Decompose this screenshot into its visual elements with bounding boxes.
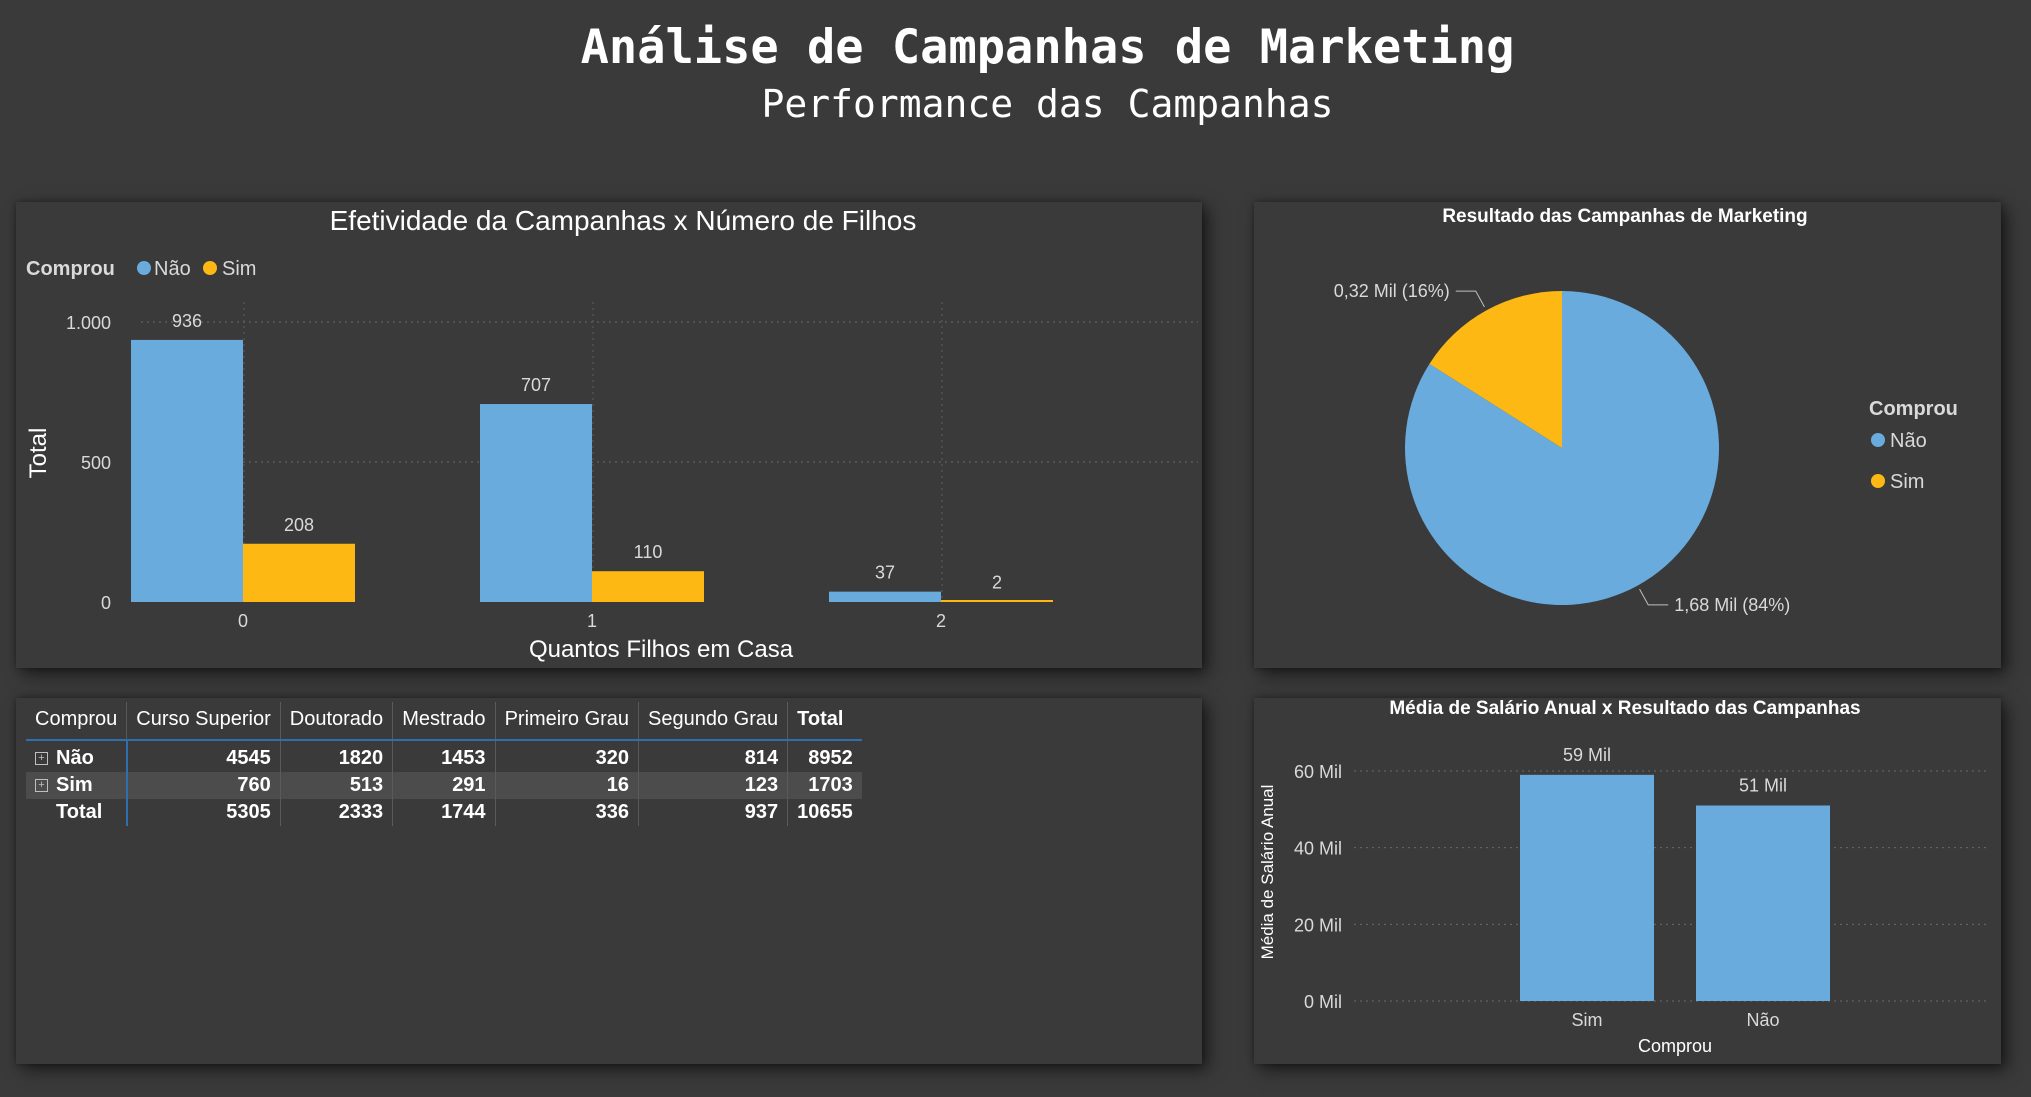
slice-label: 1,68 Mil (84%) <box>1674 595 1790 615</box>
chart-title: Média de Salário Anual x Resultado das C… <box>1389 698 1860 719</box>
y-tick-label: 0 Mil <box>1304 992 1342 1012</box>
table-cell: 1453 <box>392 740 496 772</box>
table-cell: 4545 <box>126 740 281 772</box>
y-tick-label: 1.000 <box>66 313 111 333</box>
x-tick-label: Não <box>1746 1010 1779 1030</box>
chart-title: Resultado das Campanhas de Marketing <box>1442 206 1807 227</box>
row-header: Total <box>26 799 128 826</box>
column-header[interactable]: Doutorado <box>280 702 394 740</box>
legend-label-nao[interactable]: Não <box>1890 430 1927 452</box>
data-label: 208 <box>284 515 314 535</box>
data-label: 2 <box>992 572 1002 592</box>
table-row: + Sim 760 513 291 16 123 1703 <box>26 772 862 799</box>
table-cell: 336 <box>495 799 640 826</box>
x-tick-label: 2 <box>936 611 946 631</box>
x-tick-label: 1 <box>587 611 597 631</box>
campaign-result-pie-panel[interactable]: Resultado das Campanhas de Marketing 1,6… <box>1254 202 2001 668</box>
children-bar-chart-panel[interactable]: Efetividade da Campanhas x Número de Fil… <box>16 202 1202 668</box>
legend-marker-sim <box>203 261 217 275</box>
legend-title: Comprou <box>1869 398 1958 420</box>
column-header[interactable]: Comprou <box>26 702 128 740</box>
campaign-result-pie-chart: Resultado das Campanhas de Marketing 1,6… <box>1334 206 1958 615</box>
table-cell: 937 <box>638 799 789 826</box>
legend-label-sim[interactable]: Sim <box>222 258 256 280</box>
legend-marker-sim <box>1871 474 1885 488</box>
chart-title: Efetividade da Campanhas x Número de Fil… <box>330 205 917 236</box>
legend-marker-nao <box>1871 433 1885 447</box>
y-tick-label: 20 Mil <box>1294 915 1342 935</box>
table-cell: 16 <box>495 772 640 799</box>
column-header[interactable]: Curso Superior <box>126 702 281 740</box>
x-tick-label: 0 <box>238 611 248 631</box>
bar-não-0[interactable] <box>131 339 243 602</box>
bar-sim[interactable] <box>1520 774 1654 1001</box>
data-label: 110 <box>634 542 663 562</box>
salary-bar-chart: Média de Salário Anual x Resultado das C… <box>1258 698 1989 1056</box>
table-cell: 1744 <box>392 799 496 826</box>
table-cell: 10655 <box>797 801 853 823</box>
column-header[interactable]: Segundo Grau <box>638 702 789 740</box>
table-cell: 1820 <box>280 740 394 772</box>
y-tick-label: 0 <box>101 593 111 613</box>
bar-sim-0[interactable] <box>243 543 355 602</box>
row-label: Não <box>56 747 94 769</box>
children-bar-chart: Efetividade da Campanhas x Número de Fil… <box>25 205 1198 663</box>
y-tick-label: 500 <box>81 453 111 473</box>
legend-label-nao[interactable]: Não <box>154 258 191 280</box>
y-axis-title: Média de Salário Anual <box>1258 785 1277 960</box>
table-header-row: Comprou Curso Superior Doutorado Mestrad… <box>26 702 862 740</box>
education-matrix-table: Comprou Curso Superior Doutorado Mestrad… <box>26 702 862 826</box>
x-tick-label: Sim <box>1572 1010 1603 1030</box>
y-tick-label: 60 Mil <box>1294 762 1342 782</box>
slice-label: 0,32 Mil (16%) <box>1334 281 1450 301</box>
expand-icon[interactable]: + <box>35 779 48 792</box>
data-label: 51 Mil <box>1739 776 1787 796</box>
column-header[interactable]: Mestrado <box>392 702 496 740</box>
row-header: + Sim <box>26 772 128 799</box>
table-cell: 814 <box>638 740 789 772</box>
legend-marker-nao <box>137 261 151 275</box>
legend-title: Comprou <box>26 258 115 280</box>
y-tick-label: 40 Mil <box>1294 839 1342 859</box>
bar-não-2[interactable] <box>829 591 941 602</box>
table-cell: 8952 <box>808 747 853 769</box>
page-title: Análise de Campanhas de Marketing <box>580 20 1515 75</box>
table-cell: 1703 <box>808 774 853 796</box>
bar-não-1[interactable] <box>480 404 592 602</box>
page-subtitle: Performance das Campanhas <box>761 82 1334 126</box>
row-header: + Não <box>26 740 128 772</box>
table-total-row: Total 5305 2333 1744 336 937 10655 <box>26 799 862 826</box>
y-axis-title: Total <box>25 428 52 479</box>
salary-bar-chart-panel[interactable]: Média de Salário Anual x Resultado das C… <box>1254 698 2001 1064</box>
data-label: 59 Mil <box>1563 745 1611 765</box>
table-row: + Não 4545 1820 1453 320 814 8952 <box>26 740 862 772</box>
bar-sim-1[interactable] <box>592 571 704 602</box>
table-cell: 291 <box>392 772 496 799</box>
x-axis-title: Comprou <box>1638 1036 1712 1056</box>
row-label: Total <box>56 801 103 823</box>
data-label: 37 <box>875 563 895 583</box>
leader-line <box>1639 588 1669 606</box>
table-cell: 123 <box>638 772 789 799</box>
bar-sim-2[interactable] <box>941 600 1053 602</box>
expand-icon[interactable]: + <box>35 752 48 765</box>
data-label: 936 <box>172 311 202 331</box>
column-header[interactable]: Total <box>788 702 862 740</box>
table-cell: 760 <box>126 772 281 799</box>
legend-label-sim[interactable]: Sim <box>1890 471 1924 493</box>
table-cell: 320 <box>495 740 640 772</box>
data-label: 707 <box>521 375 551 395</box>
education-matrix-panel: Comprou Curso Superior Doutorado Mestrad… <box>16 698 1202 1064</box>
table-cell: 2333 <box>280 799 394 826</box>
table-cell: 513 <box>280 772 394 799</box>
table-cell: 5305 <box>126 799 281 826</box>
x-axis-title: Quantos Filhos em Casa <box>529 636 794 663</box>
row-label: Sim <box>56 774 93 796</box>
leader-line <box>1455 290 1485 308</box>
bar-não[interactable] <box>1696 805 1830 1002</box>
column-header[interactable]: Primeiro Grau <box>495 702 640 740</box>
